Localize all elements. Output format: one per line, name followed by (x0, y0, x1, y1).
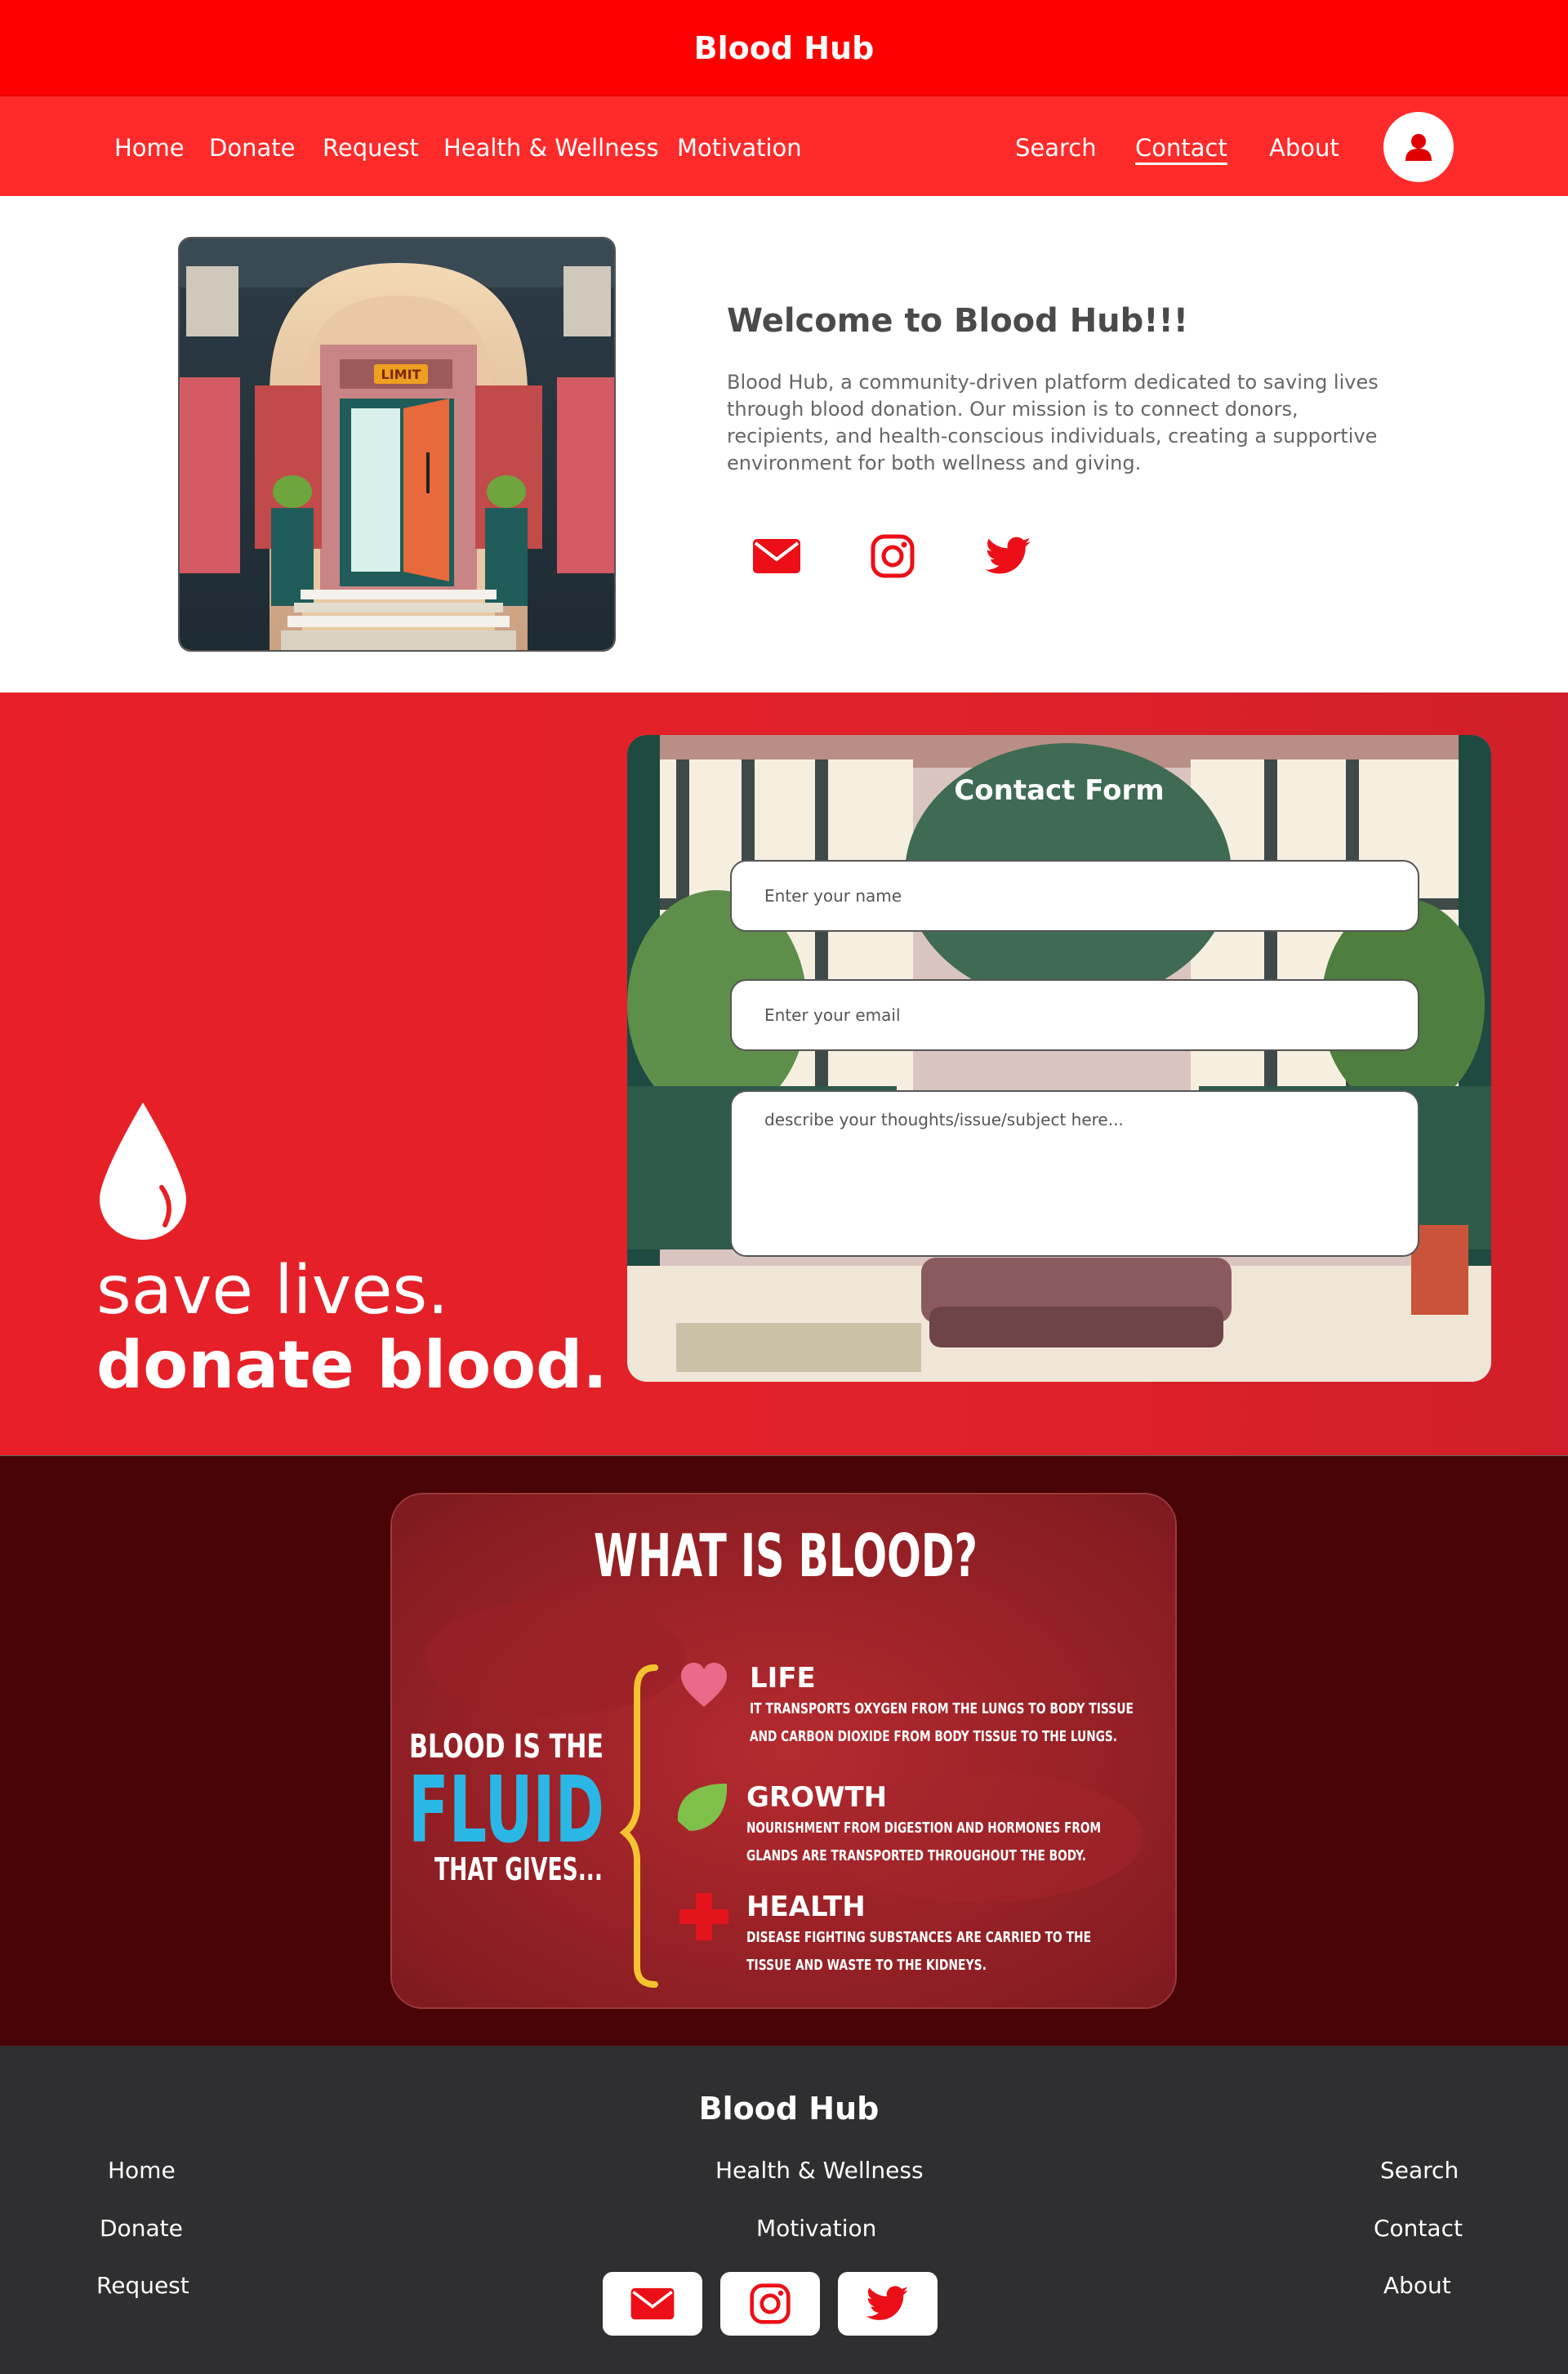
nav-home[interactable]: Home (114, 131, 185, 164)
item-health-heading: HEALTH (746, 1891, 866, 1923)
twitter-icon (866, 2286, 909, 2320)
name-input[interactable] (730, 860, 1419, 932)
welcome-illustration: LIMIT (178, 237, 616, 652)
profile-button[interactable] (1383, 112, 1454, 182)
site-header: Blood Hub (0, 0, 1568, 96)
slogan-line-1: save lives. (96, 1252, 449, 1330)
nav-motivation[interactable]: Motivation (677, 131, 802, 164)
item-health-line-1: DISEASE FIGHTING SUBSTANCES ARE CARRIED … (746, 1929, 1091, 1946)
welcome-title: Welcome to Blood Hub!!! (727, 302, 1189, 340)
footer-link-search[interactable]: Search (1380, 2157, 1459, 2184)
infographic-left-line-2: FLUID (408, 1757, 604, 1864)
infographic-left-line-3: THAT GIVES... (434, 1851, 603, 1887)
nav-contact[interactable]: Contact (1135, 131, 1227, 164)
item-growth-line-1: NOURISHMENT FROM DIGESTION AND HORMONES … (746, 1819, 1101, 1837)
message-textarea[interactable] (730, 1090, 1419, 1257)
contact-form-title: Contact Form (954, 774, 1165, 807)
nav-health-wellness[interactable]: Health & Wellness (443, 131, 659, 164)
footer-twitter-button[interactable] (838, 2272, 938, 2336)
blood-drop-icon (100, 1102, 186, 1240)
nav-request[interactable]: Request (323, 131, 419, 164)
what-is-blood-infographic: WHAT IS BLOOD? BLOOD IS THE FLUID THAT G… (390, 1493, 1177, 2009)
item-life-line-1: IT TRANSPORTS OXYGEN FROM THE LUNGS TO B… (750, 1700, 1134, 1717)
footer-link-about[interactable]: About (1383, 2272, 1451, 2299)
item-growth-heading: GROWTH (746, 1781, 887, 1814)
twitter-link[interactable] (980, 528, 1037, 585)
infographic-title: WHAT IS BLOOD? (594, 1521, 978, 1590)
footer-link-motivation[interactable]: Motivation (756, 2215, 876, 2242)
slogan-line-2: donate blood. (96, 1327, 608, 1403)
mail-icon (630, 2287, 675, 2320)
instagram-icon (871, 534, 915, 578)
welcome-description: Blood Hub, a community-driven platform d… (727, 371, 1379, 474)
footer-link-request[interactable]: Request (96, 2272, 189, 2299)
mail-icon (753, 539, 800, 573)
nav-about[interactable]: About (1269, 131, 1339, 164)
user-icon (1405, 134, 1432, 161)
footer-link-home[interactable]: Home (108, 2157, 176, 2184)
footer-link-contact[interactable]: Contact (1374, 2215, 1463, 2242)
site-title: Blood Hub (693, 29, 875, 66)
instagram-icon (750, 2283, 791, 2324)
nav-donate[interactable]: Donate (209, 131, 295, 164)
item-life-line-2: AND CARBON DIOXIDE FROM BODY TISSUE TO T… (750, 1728, 1117, 1745)
twitter-icon (986, 537, 1031, 574)
footer-link-donate[interactable]: Donate (100, 2215, 183, 2242)
contact-form-card (627, 735, 1491, 1382)
instagram-link[interactable] (864, 528, 921, 585)
footer-link-health-wellness[interactable]: Health & Wellness (715, 2157, 924, 2184)
mail-link[interactable] (748, 528, 805, 585)
footer-title: Blood Hub (698, 2091, 880, 2127)
item-life-heading: LIFE (750, 1662, 816, 1695)
footer-mail-button[interactable] (603, 2272, 702, 2336)
footer-instagram-button[interactable] (720, 2272, 820, 2336)
email-input[interactable] (730, 979, 1419, 1051)
nav-search[interactable]: Search (1015, 131, 1097, 164)
image-sign-text: LIMIT (381, 367, 421, 382)
item-health-line-2: TISSUE AND WASTE TO THE KIDNEYS. (746, 1957, 987, 1974)
item-growth-line-2: GLANDS ARE TRANSPORTED THROUGHOUT THE BO… (746, 1847, 1086, 1864)
